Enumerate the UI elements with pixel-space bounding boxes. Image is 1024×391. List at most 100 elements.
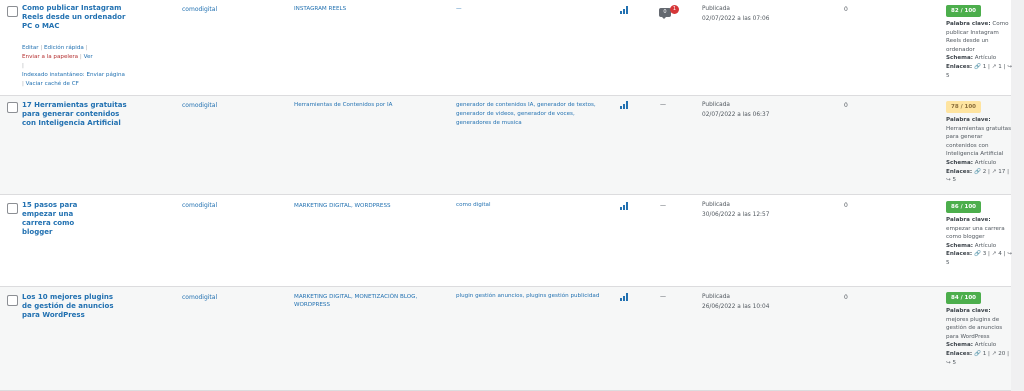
links-label: Enlaces: xyxy=(946,168,973,175)
posts-table: Como publicar Instagram Reels desde un o… xyxy=(0,0,1024,391)
keyword-label: Palabra clave: xyxy=(946,217,991,223)
internal-links-count: 3 xyxy=(982,251,987,258)
internal-links-count: 1 xyxy=(982,63,987,70)
post-title-link[interactable]: Los 10 mejores plugins de gestión de anu… xyxy=(22,293,122,320)
table-row: 15 pasos para empezar una carrera como b… xyxy=(0,195,1014,287)
table-row: Como publicar Instagram Reels desde un o… xyxy=(0,0,1014,96)
tags-links[interactable]: plugin gestión anuncios, plugins gestión… xyxy=(456,292,606,301)
bar-chart-icon[interactable] xyxy=(620,202,630,210)
tags-links[interactable]: generador de contenidos IA, generador de… xyxy=(456,101,606,128)
date-cell: Publicada 30/06/2022 a las 12:57 xyxy=(702,200,802,220)
author-link[interactable]: comodigital xyxy=(182,102,217,109)
keyword-label: Palabra clave: xyxy=(946,21,991,27)
links-label: Enlaces: xyxy=(946,350,973,357)
pending-comments-badge[interactable]: 1 xyxy=(670,5,679,14)
incoming-links-icon: ↪ xyxy=(946,177,951,184)
schema-type: Artículo xyxy=(974,342,997,349)
external-link-icon: ↗ xyxy=(991,63,997,70)
date-cell: Publicada 02/07/2022 a las 06:37 xyxy=(702,100,802,120)
external-link-icon: ↗ xyxy=(991,350,997,357)
table-row: Los 10 mejores plugins de gestión de anu… xyxy=(0,287,1011,391)
author-link[interactable]: comodigital xyxy=(182,202,217,209)
categories-link[interactable]: Herramientas de Contenidos por IA xyxy=(294,101,434,109)
row-checkbox[interactable] xyxy=(7,102,18,113)
post-date: 02/07/2022 a las 06:37 xyxy=(702,112,770,118)
post-status: Publicada xyxy=(702,294,730,300)
quick-edit-link[interactable]: Edición rápida xyxy=(44,45,84,51)
seo-details: 82 / 100 Palabra clave: Como publicar In… xyxy=(946,5,1014,80)
seo-score-badge[interactable]: 86 / 100 xyxy=(946,201,981,213)
seo-details: 78 / 100 Palabra clave: Herramientas gra… xyxy=(946,101,1014,185)
instant-index-link[interactable]: Indexado instantáneo: Enviar página xyxy=(22,72,125,78)
external-links-count: 4 xyxy=(998,251,1002,258)
comments-cell: — xyxy=(660,202,666,209)
post-title-link[interactable]: 17 Herramientas gratuitas para generar c… xyxy=(22,101,130,128)
purge-cache-link[interactable]: Vaciar caché de CF xyxy=(26,81,79,87)
row-checkbox[interactable] xyxy=(7,6,18,17)
seo-score-badge[interactable]: 82 / 100 xyxy=(946,5,981,17)
date-cell: Publicada 02/07/2022 a las 07:06 xyxy=(702,4,802,24)
date-cell: Publicada 26/06/2022 a las 10:04 xyxy=(702,292,802,312)
table-row: 17 Herramientas gratuitas para generar c… xyxy=(0,96,1011,195)
incoming-links-icon: ↪ xyxy=(1007,251,1012,258)
post-date: 30/06/2022 a las 12:57 xyxy=(702,212,770,218)
schema-type: Artículo xyxy=(974,242,997,249)
seo-score-badge[interactable]: 78 / 100 xyxy=(946,101,981,113)
link-icon: 🔗 xyxy=(973,350,981,357)
count-cell: 0 xyxy=(844,202,848,209)
edit-link[interactable]: Editar xyxy=(22,45,39,51)
post-title-link[interactable]: Como publicar Instagram Reels desde un o… xyxy=(22,4,130,31)
focus-keyword: Herramientas gratuitas para generar cont… xyxy=(946,125,1011,158)
bar-chart-icon[interactable] xyxy=(620,293,630,301)
external-links-count: 1 xyxy=(998,63,1002,70)
post-date: 26/06/2022 a las 10:04 xyxy=(702,304,770,310)
schema-label: Schema: xyxy=(946,242,973,249)
internal-links-count: 2 xyxy=(982,168,987,175)
tags-links[interactable]: como digital xyxy=(456,201,606,210)
row-checkbox[interactable] xyxy=(7,295,18,306)
schema-label: Schema: xyxy=(946,159,973,166)
incoming-links-icon: ↪ xyxy=(1007,63,1012,70)
bar-chart-icon[interactable] xyxy=(620,101,630,109)
external-link-icon: ↗ xyxy=(991,168,997,175)
post-status: Publicada xyxy=(702,6,730,12)
focus-keyword: empezar una carrera como blogger xyxy=(946,225,1005,241)
keyword-label: Palabra clave: xyxy=(946,308,991,314)
schema-type: Artículo xyxy=(974,159,997,166)
tags: — xyxy=(456,6,462,12)
internal-links-count: 1 xyxy=(982,350,987,357)
links-label: Enlaces: xyxy=(946,63,973,70)
schema-label: Schema: xyxy=(946,342,973,349)
link-icon: 🔗 xyxy=(973,63,981,70)
seo-details: 84 / 100 Palabra clave: mejores plugins … xyxy=(946,292,1014,367)
post-title-link[interactable]: 15 pasos para empezar una carrera como b… xyxy=(22,201,102,237)
author-link[interactable]: comodigital xyxy=(182,294,217,301)
count-cell: 0 xyxy=(844,102,848,109)
row-checkbox[interactable] xyxy=(7,203,18,214)
incoming-links-count: 5 xyxy=(946,259,950,266)
incoming-links-count: 5 xyxy=(952,359,957,366)
categories-link[interactable]: MARKETING DIGITAL, WORDPRESS xyxy=(294,202,434,210)
external-links-count: 20 xyxy=(998,350,1006,357)
post-date: 02/07/2022 a las 07:06 xyxy=(702,16,770,22)
author-link[interactable]: comodigital xyxy=(182,6,217,13)
keyword-label: Palabra clave: xyxy=(946,117,991,123)
link-icon: 🔗 xyxy=(973,168,981,175)
seo-score-badge[interactable]: 84 / 100 xyxy=(946,292,981,304)
view-link[interactable]: Ver xyxy=(84,54,93,60)
link-icon: 🔗 xyxy=(973,251,981,258)
focus-keyword: mejores plugins de gestión de anuncios p… xyxy=(946,316,1003,340)
post-status: Publicada xyxy=(702,102,730,108)
post-status: Publicada xyxy=(702,202,730,208)
external-link-icon: ↗ xyxy=(991,251,997,258)
categories-link[interactable]: INSTAGRAM REELS xyxy=(294,5,434,13)
bar-chart-icon[interactable] xyxy=(620,6,630,14)
comments-cell: — xyxy=(660,293,666,300)
external-links-count: 17 xyxy=(998,168,1006,175)
seo-details: 86 / 100 Palabra clave: empezar una carr… xyxy=(946,201,1014,268)
trash-link[interactable]: Enviar a la papelera xyxy=(22,54,78,60)
links-label: Enlaces: xyxy=(946,251,973,258)
comments-cell: — xyxy=(660,101,666,108)
incoming-links-count: 5 xyxy=(952,177,957,184)
categories-link[interactable]: MARKETING DIGITAL, MONETIZACIÓN BLOG, WO… xyxy=(294,293,434,309)
